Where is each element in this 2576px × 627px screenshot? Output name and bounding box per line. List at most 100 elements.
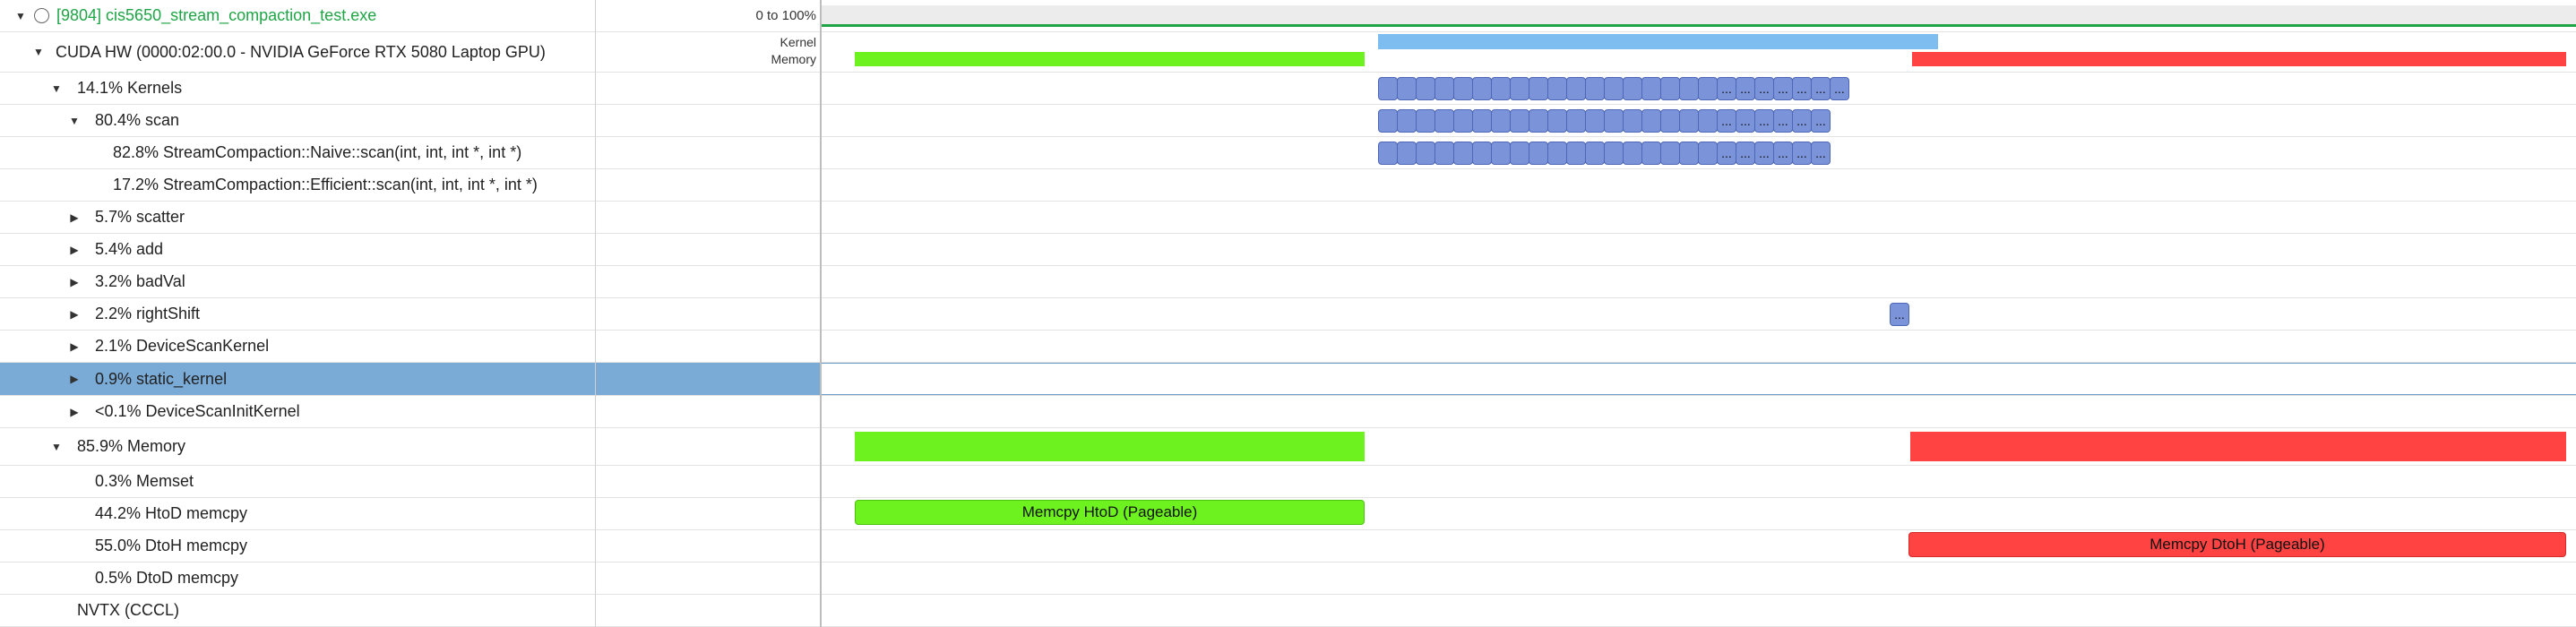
kernel-launch-block[interactable]: ... [1754,142,1774,165]
kernel-launch-block[interactable] [1453,142,1473,165]
kernel-launch-block[interactable] [1472,77,1492,100]
kernel-launch-block[interactable] [1566,142,1586,165]
process-select-radio-icon[interactable] [34,8,49,23]
static-kernel-row[interactable]: ▶ 0.9% static_kernel [0,363,2576,396]
kernel-launch-block[interactable] [1510,109,1529,133]
kernel-launch-block[interactable] [1623,77,1642,100]
naive-scan-row[interactable]: 82.8% StreamCompaction::Naive::scan(int,… [0,137,2576,169]
dtod-memcpy-timeline[interactable] [822,563,2576,594]
rightshift-timeline[interactable]: ... [822,298,2576,330]
kernel-launch-block[interactable] [1547,109,1567,133]
kernel-launch-block[interactable] [1604,109,1624,133]
scan-row[interactable]: ▼ 80.4% scan .................. [0,105,2576,137]
kernel-launch-block[interactable] [1416,77,1435,100]
kernel-launch-block[interactable]: ... [1773,109,1793,133]
kernel-launch-block[interactable]: ... [1830,77,1849,100]
devicescankernel-timeline[interactable] [822,331,2576,362]
dtoh-memory-usage-bar[interactable] [1910,432,2566,461]
kernel-launch-block[interactable] [1434,142,1454,165]
process-row[interactable]: ▼ [9804] cis5650_stream_compaction_test.… [0,0,2576,32]
column-divider[interactable] [595,0,596,627]
kernel-launch-block[interactable] [1453,109,1473,133]
kernel-launch-block[interactable]: ... [1811,109,1831,133]
expand-chevron-icon[interactable]: ▼ [13,8,29,24]
kernel-launch-block[interactable] [1397,142,1417,165]
kernel-launch-block[interactable] [1491,109,1511,133]
htod-memcpy-timeline[interactable]: Memcpy HtoD (Pageable) [822,498,2576,529]
kernel-launch-block[interactable] [1679,77,1699,100]
expand-chevron-right-icon[interactable]: ▶ [66,404,82,420]
devicescaninitkernel-row[interactable]: ▶ <0.1% DeviceScanInitKernel [0,396,2576,428]
expand-chevron-right-icon[interactable]: ▶ [66,242,82,258]
kernel-launch-block[interactable] [1529,77,1548,100]
expand-chevron-right-icon[interactable]: ▶ [66,274,82,290]
kernel-launch-block[interactable] [1660,142,1680,165]
kernel-launch-block[interactable]: ... [1717,77,1736,100]
kernel-launch-block[interactable] [1585,77,1605,100]
badval-row[interactable]: ▶ 3.2% badVal [0,266,2576,298]
kernel-launch-block[interactable]: ... [1792,142,1812,165]
process-timeline[interactable] [822,0,2576,31]
kernel-launch-block[interactable] [1510,77,1529,100]
static-kernel-timeline[interactable] [822,363,2576,395]
kernel-launch-block[interactable] [1378,109,1398,133]
expand-chevron-right-icon[interactable]: ▶ [66,339,82,355]
kernel-launch-block[interactable] [1547,142,1567,165]
add-timeline[interactable] [822,234,2576,265]
expand-chevron-right-icon[interactable]: ▶ [66,210,82,226]
kernel-launch-block[interactable]: ... [1754,77,1774,100]
kernels-timeline[interactable]: ..................... [822,73,2576,104]
kernel-launch-block[interactable] [1585,142,1605,165]
kernel-launch-block[interactable]: ... [1773,77,1793,100]
kernel-launch-block[interactable] [1378,77,1398,100]
kernel-launch-block[interactable] [1698,142,1718,165]
timeline-divider[interactable] [820,0,822,627]
htod-memory-usage-bar[interactable] [855,432,1365,461]
kernel-launch-block[interactable]: ... [1717,109,1736,133]
rightshift-row[interactable]: ▶ 2.2% rightShift ... [0,298,2576,331]
kernel-launch-block[interactable]: ... [1792,109,1812,133]
kernel-launch-block[interactable] [1397,109,1417,133]
kernel-launch-block[interactable] [1660,77,1680,100]
memcpy-htod-bar[interactable]: Memcpy HtoD (Pageable) [855,500,1365,525]
kernel-launch-block[interactable] [1472,109,1492,133]
efficient-scan-row[interactable]: 17.2% StreamCompaction::Efficient::scan(… [0,169,2576,202]
memcpy-dtoh-bar[interactable]: Memcpy DtoH (Pageable) [1908,532,2566,557]
memory-row[interactable]: ▼ 85.9% Memory [0,428,2576,466]
expand-chevron-right-icon[interactable]: ▶ [66,371,82,387]
kernel-launch-block[interactable] [1679,142,1699,165]
nvtx-timeline[interactable] [822,595,2576,626]
expand-chevron-icon[interactable]: ▼ [66,113,82,129]
nvtx-row[interactable]: NVTX (CCCL) [0,595,2576,627]
gpu-row[interactable]: ▼ CUDA HW (0000:02:00.0 - NVIDIA GeForce… [0,32,2576,73]
kernel-launch-block[interactable] [1416,142,1435,165]
scan-timeline[interactable]: .................. [822,105,2576,136]
dtoh-memcpy-row[interactable]: 55.0% DtoH memcpy Memcpy DtoH (Pageable) [0,530,2576,563]
kernel-launch-block[interactable] [1698,109,1718,133]
badval-timeline[interactable] [822,266,2576,297]
expand-chevron-icon[interactable]: ▼ [48,81,65,97]
efficient-scan-timeline[interactable] [822,169,2576,201]
scatter-timeline[interactable] [822,202,2576,233]
kernel-launch-block[interactable] [1510,142,1529,165]
kernel-launch-block[interactable]: ... [1811,77,1831,100]
kernel-launch-block[interactable] [1472,142,1492,165]
memory-timeline[interactable] [822,428,2576,465]
kernel-launch-block[interactable]: ... [1736,77,1755,100]
kernel-utilization-bar[interactable] [1378,34,1938,49]
memset-timeline[interactable] [822,466,2576,497]
gpu-timeline[interactable] [822,32,2576,72]
scatter-row[interactable]: ▶ 5.7% scatter [0,202,2576,234]
kernel-launch-block[interactable] [1660,109,1680,133]
kernel-launch-block[interactable] [1416,109,1435,133]
devicescankernel-row[interactable]: ▶ 2.1% DeviceScanKernel [0,331,2576,363]
kernel-launch-block[interactable]: ... [1773,142,1793,165]
kernel-launch-block[interactable] [1397,77,1417,100]
kernel-launch-block[interactable] [1491,77,1511,100]
kernel-launch-block[interactable] [1434,109,1454,133]
kernel-launch-block[interactable] [1434,77,1454,100]
naive-scan-timeline[interactable]: .................. [822,137,2576,168]
devicescaninitkernel-timeline[interactable] [822,396,2576,427]
expand-chevron-icon[interactable]: ▼ [48,439,65,455]
kernel-launch-block[interactable] [1378,142,1398,165]
